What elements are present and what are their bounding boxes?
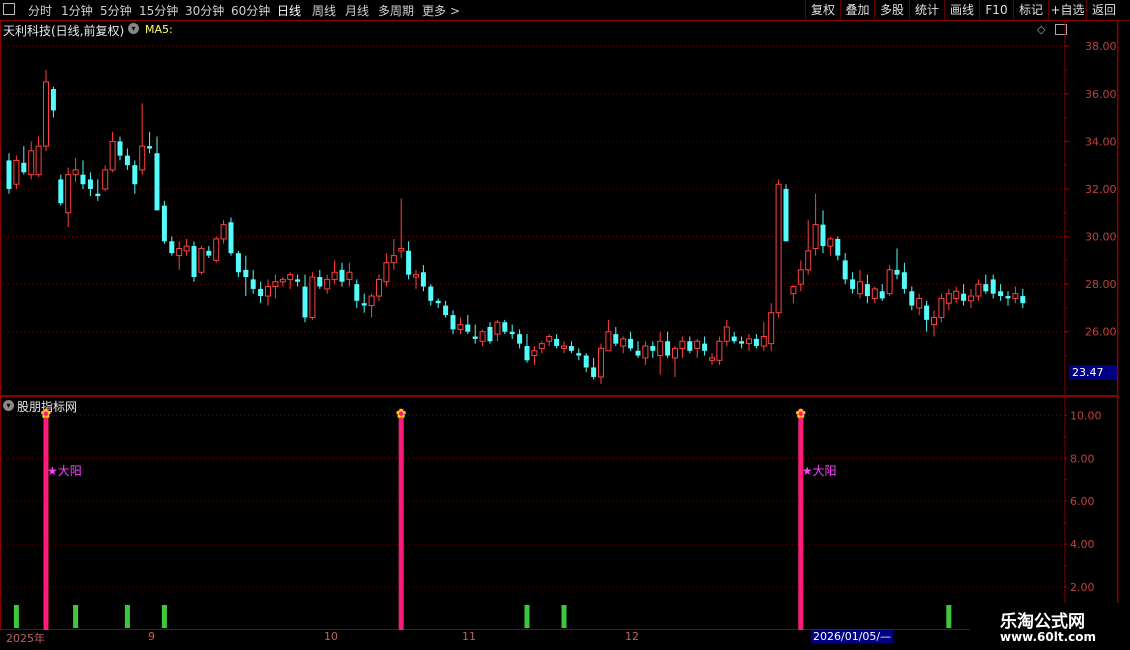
period-toolbar: 分时 1分钟 5分钟 15分钟 30分钟 60分钟 日线 周线 月线 多周期 更…: [0, 0, 1130, 21]
date-label-2025: 2025年: [6, 632, 45, 645]
tool-add-watchlist-button[interactable]: +自选: [1048, 0, 1086, 20]
indicator-title: 股朋指标网: [17, 400, 78, 414]
menu-icon[interactable]: [3, 3, 15, 15]
window-icon[interactable]: [1055, 24, 1067, 35]
period-5min[interactable]: 5分钟: [100, 2, 132, 19]
tool-multi-stock-button[interactable]: 多股: [874, 0, 909, 20]
indicator-panel-frame: [0, 396, 1118, 630]
period-fenshi[interactable]: 分时: [28, 2, 52, 19]
tool-draw-line-button[interactable]: 画线: [944, 0, 979, 20]
ma5-label: MA5:: [145, 23, 173, 36]
tool-back-button[interactable]: 返回: [1086, 0, 1121, 20]
period-multi[interactable]: 多周期: [378, 2, 414, 19]
date-label-nov: 11: [462, 630, 476, 643]
chart-settings-icon[interactable]: ▾: [128, 23, 139, 34]
period-1min[interactable]: 1分钟: [61, 2, 93, 19]
period-more[interactable]: 更多 >: [422, 2, 460, 19]
tool-f10-button[interactable]: F10: [979, 0, 1013, 20]
date-label-oct: 10: [324, 630, 338, 643]
watermark-name: 乐淘公式网: [1000, 612, 1085, 632]
right-panel-edge: [1118, 22, 1130, 372]
tool-stats-button[interactable]: 统计: [909, 0, 944, 20]
tool-mark-button[interactable]: 标记: [1013, 0, 1048, 20]
current-price-label: 23.47: [1069, 365, 1117, 380]
period-monthly[interactable]: 月线: [345, 2, 369, 19]
period-15min[interactable]: 15分钟: [139, 2, 178, 19]
tool-restore-rights-button[interactable]: 复权: [805, 0, 840, 20]
period-weekly[interactable]: 周线: [312, 2, 336, 19]
cursor-date-label: 2026/01/05/—: [811, 630, 894, 643]
indicator-collapse-icon[interactable]: ▾: [3, 400, 14, 411]
main-chart-frame: [0, 20, 1118, 396]
tool-overlay-button[interactable]: 叠加: [840, 0, 874, 20]
watermark-url: www.60lt.com: [1000, 630, 1097, 644]
date-label-dec: 12: [625, 630, 639, 643]
period-30min[interactable]: 30分钟: [185, 2, 224, 19]
period-60min[interactable]: 60分钟: [231, 2, 270, 19]
stock-title[interactable]: 天利科技(日线,前复权): [3, 22, 124, 39]
period-daily[interactable]: 日线: [277, 2, 301, 19]
diamond-icon[interactable]: ◇: [1037, 23, 1045, 36]
date-label-sep: 9: [148, 630, 155, 643]
